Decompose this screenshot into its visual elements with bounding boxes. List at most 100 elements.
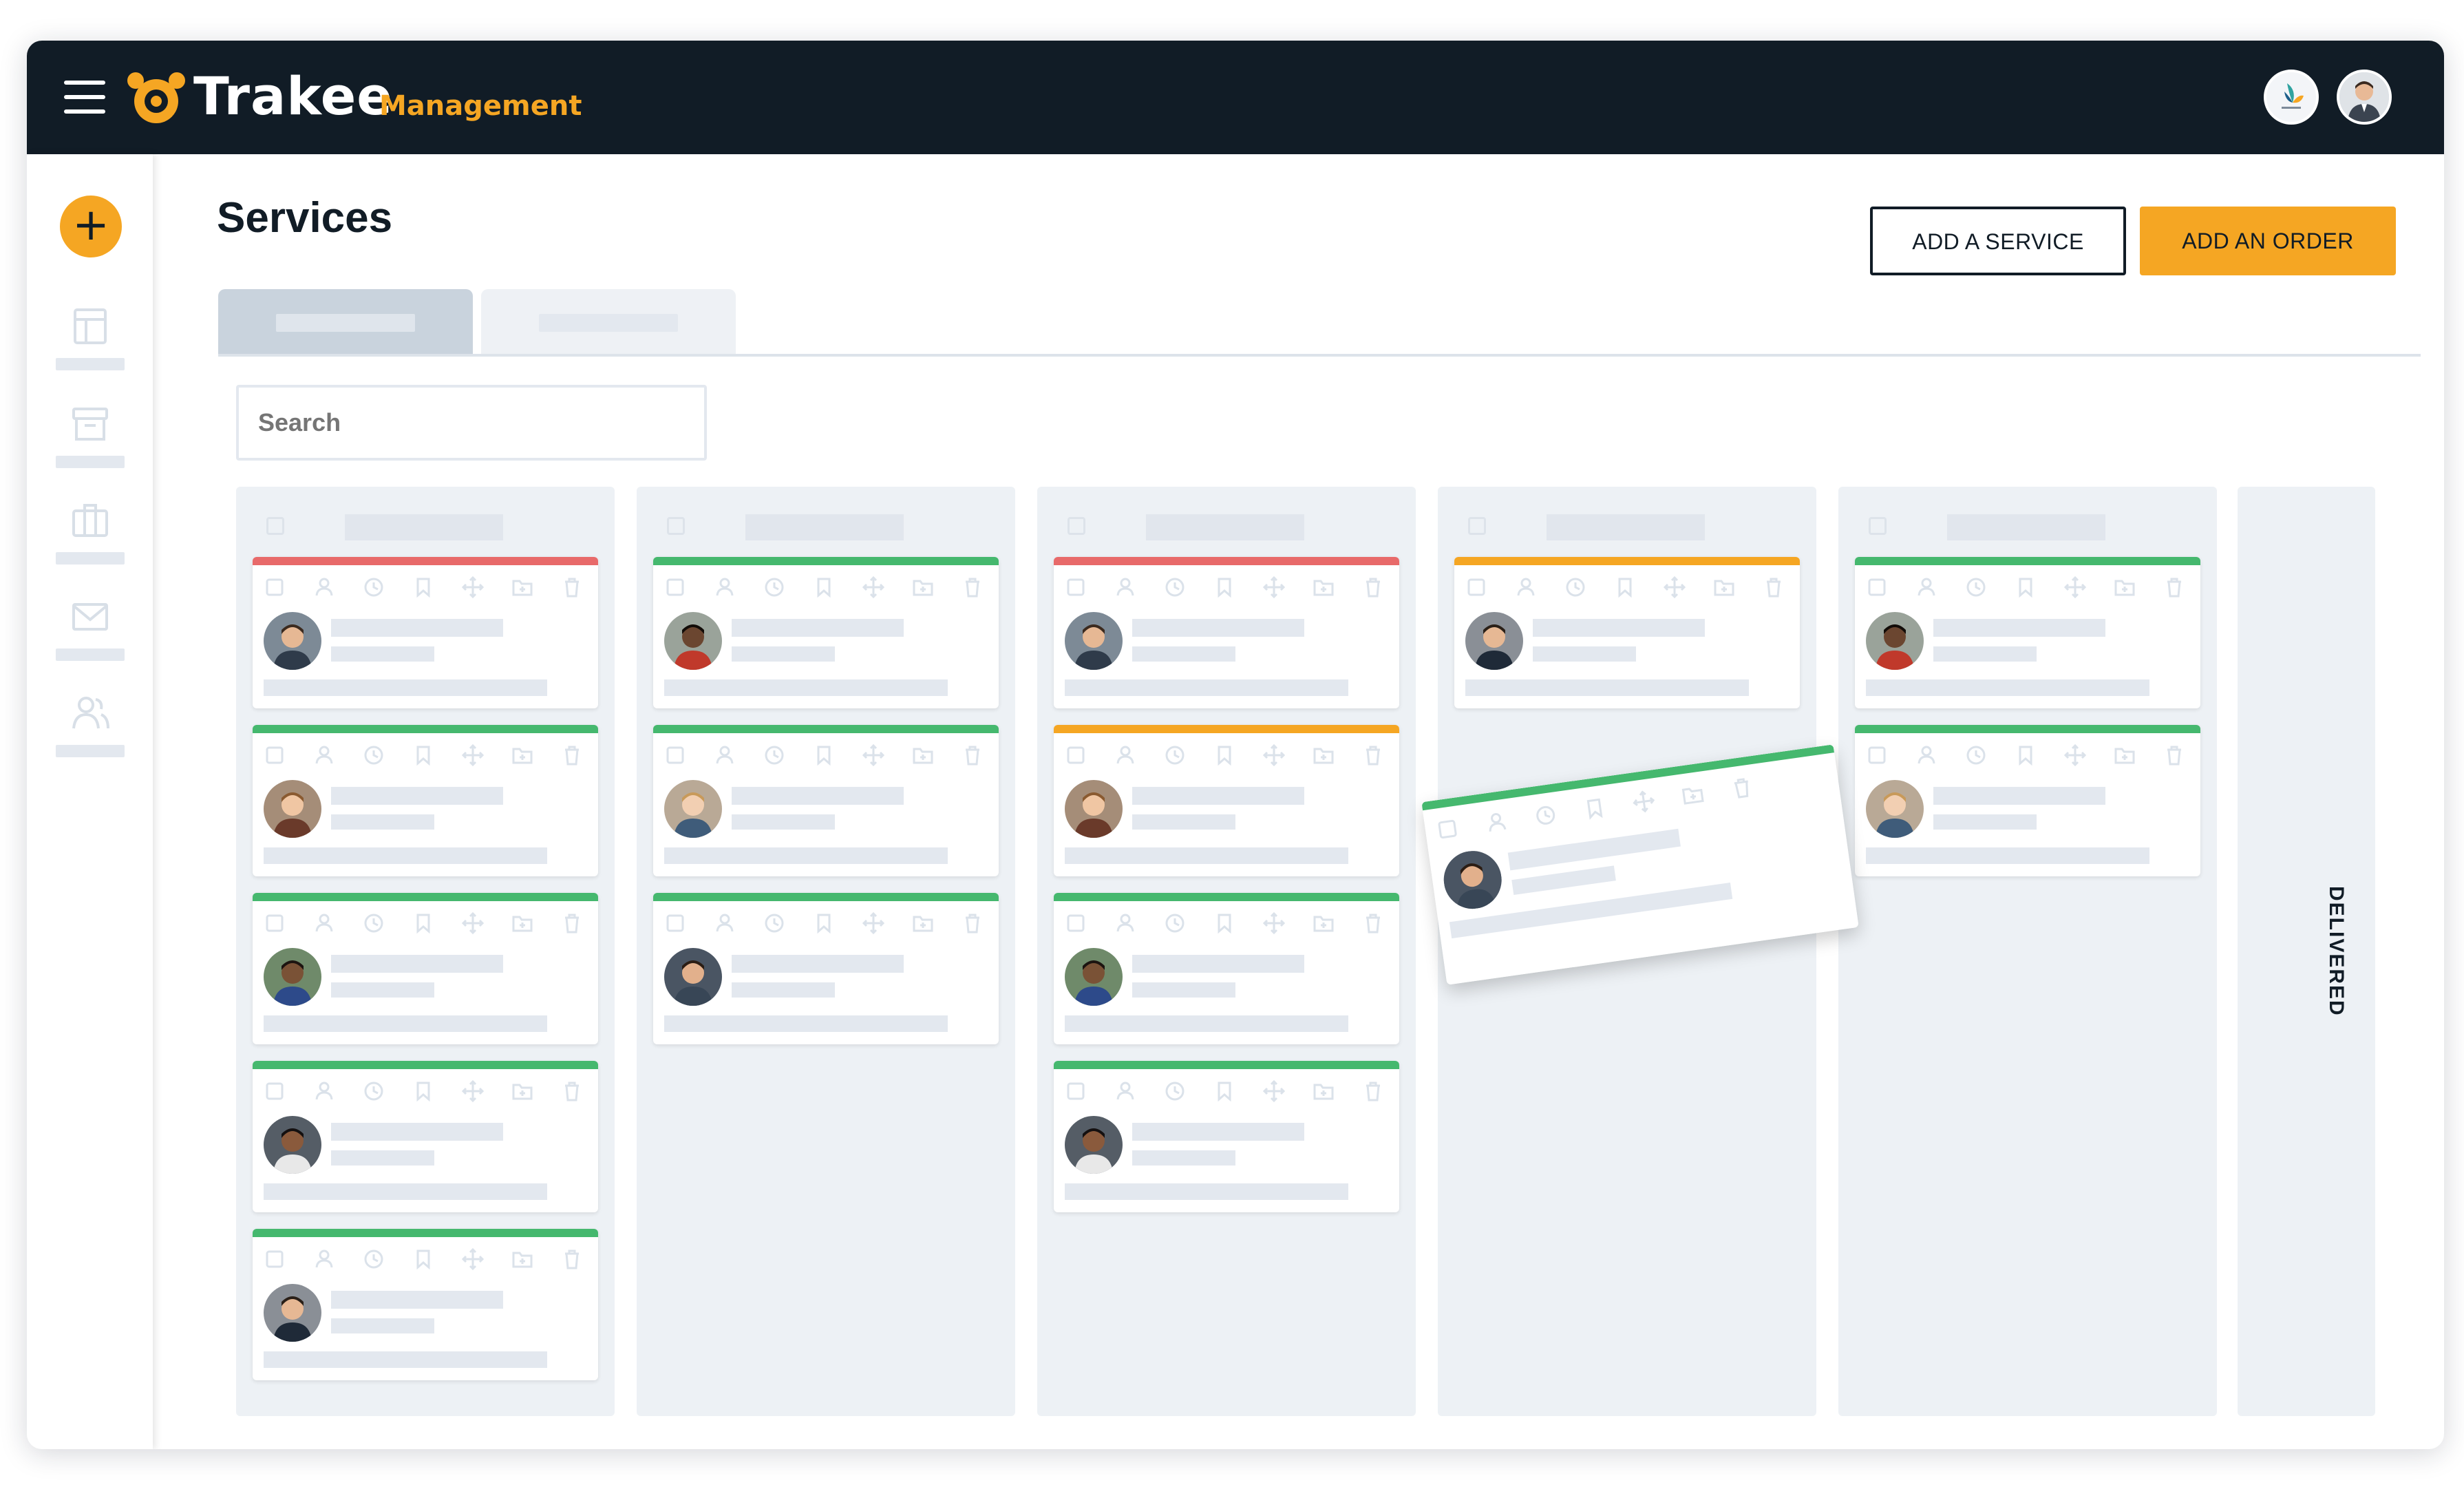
service-card[interactable] — [1054, 557, 1399, 708]
trash-icon[interactable] — [960, 575, 985, 600]
move-icon[interactable] — [861, 911, 886, 936]
bookmark-icon[interactable] — [411, 743, 436, 768]
clock-icon[interactable] — [1531, 801, 1560, 830]
service-card[interactable] — [253, 725, 598, 876]
checkbox-icon[interactable] — [663, 911, 688, 936]
service-card[interactable] — [253, 1061, 598, 1212]
clock-icon[interactable] — [1563, 575, 1588, 600]
bookmark-icon[interactable] — [1212, 575, 1237, 600]
folder-icon[interactable] — [1311, 743, 1336, 768]
folder-icon[interactable] — [911, 743, 935, 768]
service-card[interactable] — [1054, 725, 1399, 876]
trash-icon[interactable] — [2162, 575, 2187, 600]
trash-icon[interactable] — [960, 911, 985, 936]
folder-icon[interactable] — [1311, 575, 1336, 600]
checkbox-icon[interactable] — [663, 743, 688, 768]
folder-icon[interactable] — [510, 743, 535, 768]
sidebar-item-mail[interactable] — [56, 596, 125, 679]
service-card[interactable] — [1054, 893, 1399, 1044]
clock-icon[interactable] — [762, 911, 787, 936]
sidebar-item-layout[interactable] — [56, 306, 125, 388]
move-icon[interactable] — [460, 1247, 485, 1272]
checkbox-icon[interactable] — [1865, 575, 1889, 600]
move-icon[interactable] — [1262, 911, 1286, 936]
checkbox-icon[interactable] — [1464, 575, 1489, 600]
user-avatar[interactable] — [2337, 70, 2392, 125]
person-icon[interactable] — [712, 575, 737, 600]
checkbox-icon[interactable] — [1865, 743, 1889, 768]
service-card[interactable] — [1454, 557, 1800, 708]
trash-icon[interactable] — [960, 743, 985, 768]
clock-icon[interactable] — [762, 743, 787, 768]
bookmark-icon[interactable] — [2013, 575, 2038, 600]
service-card[interactable] — [1855, 725, 2200, 876]
sidebar-item-users[interactable] — [56, 693, 125, 775]
clock-icon[interactable] — [1162, 743, 1187, 768]
clock-icon[interactable] — [361, 575, 386, 600]
plus-icon[interactable]: + — [60, 196, 122, 257]
move-icon[interactable] — [460, 575, 485, 600]
bookmark-icon[interactable] — [811, 911, 836, 936]
folder-icon[interactable] — [1311, 1079, 1336, 1104]
service-card[interactable] — [253, 893, 598, 1044]
move-icon[interactable] — [1630, 788, 1658, 816]
clock-icon[interactable] — [1162, 575, 1187, 600]
person-icon[interactable] — [1113, 1079, 1138, 1104]
checkbox-icon[interactable] — [262, 911, 287, 936]
checkbox-icon[interactable] — [1063, 911, 1088, 936]
checkbox-icon[interactable] — [262, 575, 287, 600]
folder-icon[interactable] — [1679, 781, 1707, 809]
trash-icon[interactable] — [1728, 774, 1756, 802]
sidebar-item-archive[interactable] — [56, 403, 125, 486]
move-icon[interactable] — [460, 743, 485, 768]
checkbox-icon[interactable] — [1434, 815, 1462, 843]
person-icon[interactable] — [312, 911, 337, 936]
sidebar-item-briefcase[interactable] — [56, 500, 125, 582]
hamburger-icon[interactable] — [64, 81, 105, 114]
trash-icon[interactable] — [560, 911, 584, 936]
bookmark-icon[interactable] — [811, 575, 836, 600]
clock-icon[interactable] — [361, 1079, 386, 1104]
bookmark-icon[interactable] — [411, 575, 436, 600]
move-icon[interactable] — [861, 743, 886, 768]
service-card[interactable] — [1054, 1061, 1399, 1212]
move-icon[interactable] — [460, 911, 485, 936]
search-input[interactable] — [236, 385, 707, 461]
person-icon[interactable] — [1514, 575, 1538, 600]
person-icon[interactable] — [1483, 808, 1511, 836]
trash-icon[interactable] — [2162, 743, 2187, 768]
bookmark-icon[interactable] — [1212, 911, 1237, 936]
move-icon[interactable] — [1662, 575, 1687, 600]
add-order-button[interactable]: ADD AN ORDER — [2140, 207, 2396, 275]
add-service-button[interactable]: ADD A SERVICE — [1870, 207, 2126, 275]
clock-icon[interactable] — [1162, 1079, 1187, 1104]
checkbox-icon[interactable] — [663, 575, 688, 600]
checkbox-icon[interactable] — [1063, 743, 1088, 768]
bookmark-icon[interactable] — [1581, 794, 1609, 823]
folder-icon[interactable] — [2112, 575, 2137, 600]
move-icon[interactable] — [1262, 1079, 1286, 1104]
trash-icon[interactable] — [560, 743, 584, 768]
folder-icon[interactable] — [911, 911, 935, 936]
move-icon[interactable] — [1262, 575, 1286, 600]
trash-icon[interactable] — [560, 1247, 584, 1272]
clock-icon[interactable] — [1162, 911, 1187, 936]
service-card[interactable] — [653, 557, 999, 708]
delivered-column[interactable]: DELIVERED — [2238, 487, 2375, 1416]
person-icon[interactable] — [312, 575, 337, 600]
trash-icon[interactable] — [560, 1079, 584, 1104]
person-icon[interactable] — [712, 743, 737, 768]
move-icon[interactable] — [2063, 575, 2088, 600]
clock-icon[interactable] — [1964, 743, 1988, 768]
bookmark-icon[interactable] — [1613, 575, 1637, 600]
column-checkbox[interactable] — [1068, 517, 1085, 535]
person-icon[interactable] — [312, 743, 337, 768]
person-icon[interactable] — [1113, 911, 1138, 936]
service-card[interactable] — [1855, 557, 2200, 708]
folder-icon[interactable] — [1712, 575, 1737, 600]
service-card[interactable] — [653, 893, 999, 1044]
move-icon[interactable] — [861, 575, 886, 600]
clock-icon[interactable] — [361, 743, 386, 768]
checkbox-icon[interactable] — [262, 1079, 287, 1104]
checkbox-icon[interactable] — [1063, 1079, 1088, 1104]
